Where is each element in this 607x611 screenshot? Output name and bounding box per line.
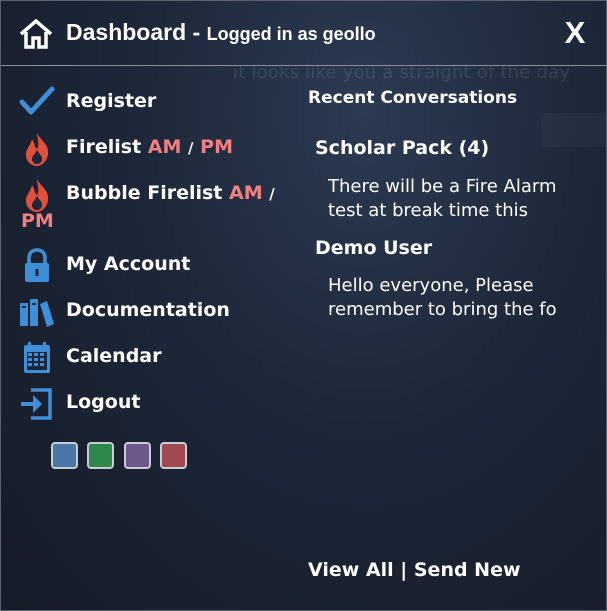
fire-icon (19, 131, 55, 167)
menu-item-bubble-firelist[interactable]: Bubble Firelist AM / PM (16, 177, 286, 237)
firelist-am-link[interactable]: AM (148, 136, 182, 158)
firelist-label: Firelist (66, 136, 142, 158)
books-icon (19, 294, 55, 330)
title-separator: - (186, 19, 207, 45)
conversation-preview-line: test at break time this (328, 200, 529, 221)
menu-item-calendar[interactable]: Calendar (16, 340, 286, 376)
checkmark-icon (19, 85, 55, 121)
menu-label-bubble-firelist: Bubble Firelist AM / (66, 182, 275, 204)
bubble-firelist-label: Bubble Firelist (66, 182, 223, 204)
close-button[interactable]: X (559, 16, 591, 50)
page-title: Dashboard - Logged in as geollo (66, 19, 376, 46)
menu-item-documentation[interactable]: Documentation (16, 294, 286, 330)
menu-label-documentation: Documentation (66, 299, 230, 321)
menu-label-calendar: Calendar (66, 345, 162, 367)
footer-links: View All | Send New (308, 559, 521, 581)
lock-icon (19, 248, 55, 284)
conversation-name[interactable]: Demo User (315, 237, 432, 259)
send-new-link[interactable]: Send New (414, 559, 521, 581)
conversation-preview-line: There will be a Fire Alarm (328, 176, 557, 197)
fire-icon (19, 177, 55, 213)
theme-swatch-green[interactable] (87, 442, 114, 469)
firelist-pm-link[interactable]: PM (200, 136, 233, 158)
menu-item-firelist[interactable]: Firelist AM / PM (16, 131, 286, 167)
menu-item-my-account[interactable]: My Account (16, 248, 286, 284)
conversation-preview[interactable]: There will be a Fire Alarm test at break… (328, 175, 578, 223)
bubble-firelist-pm-link[interactable]: PM (21, 210, 54, 232)
conversation-preview-line: Hello everyone, Please (328, 275, 534, 296)
header-bar: Dashboard - Logged in as geollo X (1, 1, 606, 66)
calendar-icon (19, 340, 55, 376)
recent-conversations-title: Recent Conversations (308, 88, 518, 108)
title-text: Dashboard (66, 19, 187, 45)
dashboard-panel: it looks like you a straight of the day … (0, 0, 607, 611)
menu-item-register[interactable]: Register (16, 85, 286, 121)
view-all-link[interactable]: View All (308, 559, 394, 581)
home-icon[interactable] (19, 18, 53, 49)
background-page-element (541, 113, 606, 147)
menu-label-my-account: My Account (66, 253, 191, 275)
bubble-firelist-am-link[interactable]: AM (229, 182, 263, 204)
firelist-slash: / (188, 139, 194, 157)
logout-icon (19, 386, 55, 422)
conversation-preview[interactable]: Hello everyone, Please remember to bring… (328, 274, 578, 322)
conversation-name[interactable]: Scholar Pack (4) (315, 137, 489, 159)
conversation-preview-line: remember to bring the fo (328, 299, 557, 320)
menu-item-logout[interactable]: Logout (16, 386, 286, 422)
bubble-firelist-slash: / (269, 185, 275, 203)
footer-divider: | (400, 559, 408, 581)
theme-swatch-red[interactable] (160, 442, 187, 469)
menu-label-register: Register (66, 90, 157, 112)
logged-in-text: Logged in as geollo (206, 24, 376, 44)
theme-swatch-purple[interactable] (124, 442, 151, 469)
menu-label-logout: Logout (66, 391, 141, 413)
theme-swatch-blue[interactable] (51, 442, 78, 469)
menu-label-firelist: Firelist AM / PM (66, 136, 233, 158)
